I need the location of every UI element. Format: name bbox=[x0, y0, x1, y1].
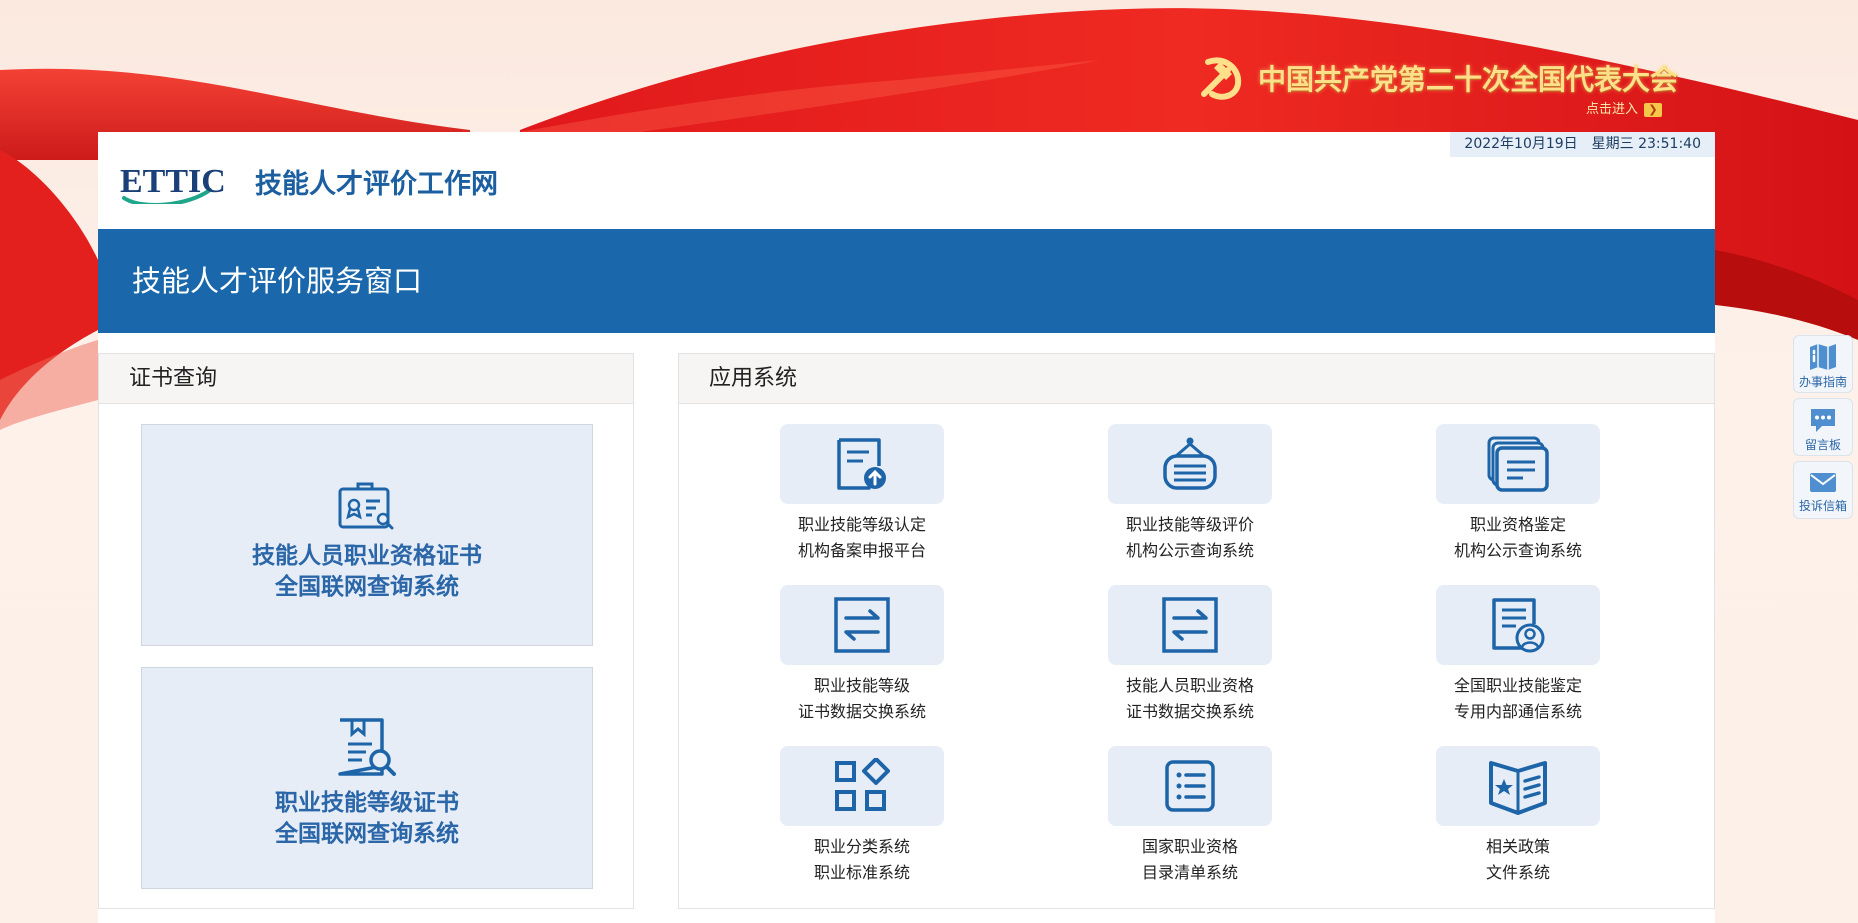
certificate-panel-title: 证书查询 bbox=[99, 354, 633, 404]
app-line1: 国家职业资格 bbox=[1141, 837, 1238, 856]
mail-icon bbox=[1810, 473, 1836, 492]
datetime-display: 2022年10月19日 星期三 23:51:40 bbox=[1450, 132, 1715, 157]
app-line2: 证书数据交换系统 bbox=[797, 702, 926, 721]
app-tile bbox=[780, 746, 944, 826]
list-icon bbox=[1165, 760, 1215, 812]
app-tile bbox=[780, 585, 944, 665]
notice-board-icon bbox=[1163, 437, 1217, 490]
app-tile bbox=[1108, 746, 1272, 826]
app-tile bbox=[1108, 585, 1272, 665]
policy-book-icon bbox=[1489, 761, 1547, 815]
app-line2: 证书数据交换系统 bbox=[1125, 702, 1254, 721]
app-line1: 职业技能等级 bbox=[813, 676, 910, 695]
side-tool-label: 办事指南 bbox=[1798, 375, 1847, 389]
side-toolbar: 办事指南 留言板 投诉信箱 bbox=[1793, 335, 1855, 524]
ettic-logo[interactable]: ETTIC bbox=[118, 158, 228, 204]
cert-card-qualification-text: 技能人员职业资格证书 全国联网查询系统 bbox=[142, 541, 592, 603]
cert-card-line2: 全国联网查询系统 bbox=[275, 821, 459, 847]
side-tool-label: 投诉信箱 bbox=[1798, 499, 1847, 513]
document-user-icon bbox=[1492, 598, 1545, 653]
app-item-skill-level-recognition[interactable]: 职业技能等级认定 机构备案申报平台 bbox=[752, 424, 972, 564]
app-line2: 机构备案申报平台 bbox=[797, 541, 926, 560]
cert-card-line2: 全国联网查询系统 bbox=[275, 574, 459, 600]
cert-card-skill-level[interactable]: 职业技能等级证书 全国联网查询系统 bbox=[141, 667, 593, 889]
service-window-title: 技能人才评价服务窗口 bbox=[98, 229, 1715, 333]
side-tool-guide[interactable]: 办事指南 bbox=[1793, 335, 1853, 393]
exchange-icon bbox=[834, 597, 890, 653]
app-line1: 职业分类系统 bbox=[813, 837, 910, 856]
app-item-internal-communication[interactable]: 全国职业技能鉴定 专用内部通信系统 bbox=[1408, 585, 1628, 725]
app-line1: 全国职业技能鉴定 bbox=[1453, 676, 1582, 695]
certificate-query-panel: 证书查询 技能人员职业资格证书 全国联网查询系统 职业技能等级证书 全国联网查询… bbox=[98, 353, 634, 909]
cert-card-line1: 技能人员职业资格证书 bbox=[252, 543, 482, 569]
main-container: ETTIC 技能人才评价工作网 2022年10月19日 星期三 23:51:40 … bbox=[98, 132, 1715, 923]
document-search-icon bbox=[338, 718, 396, 776]
app-item-qualification-appraisal[interactable]: 职业资格鉴定 机构公示查询系统 bbox=[1408, 424, 1628, 564]
banner-enter-label: 点击进入 bbox=[1586, 102, 1639, 117]
app-line2: 职业标准系统 bbox=[813, 863, 910, 882]
side-tool-complaint-mailbox[interactable]: 投诉信箱 bbox=[1793, 461, 1853, 519]
app-item-national-qualification-catalog[interactable]: 国家职业资格 目录清单系统 bbox=[1080, 746, 1300, 886]
app-line2: 机构公示查询系统 bbox=[1125, 541, 1254, 560]
exchange-icon bbox=[1162, 597, 1218, 653]
app-tile bbox=[1436, 585, 1600, 665]
app-item-occupation-classification[interactable]: 职业分类系统 职业标准系统 bbox=[752, 746, 972, 886]
app-line1: 技能人员职业资格 bbox=[1125, 676, 1254, 695]
app-line2: 机构公示查询系统 bbox=[1453, 541, 1582, 560]
content-panels: 证书查询 技能人员职业资格证书 全国联网查询系统 职业技能等级证书 全国联网查询… bbox=[98, 333, 1715, 923]
cert-card-qualification[interactable]: 技能人员职业资格证书 全国联网查询系统 bbox=[141, 424, 593, 646]
side-tool-label: 留言板 bbox=[1804, 438, 1841, 452]
app-tile bbox=[1436, 746, 1600, 826]
chevron-right-icon: ❯ bbox=[1644, 102, 1663, 117]
app-item-qualification-data-exchange[interactable]: 技能人员职业资格 证书数据交换系统 bbox=[1080, 585, 1300, 725]
app-tile bbox=[1436, 424, 1600, 504]
document-upload-icon bbox=[837, 438, 886, 490]
current-date: 2022年10月19日 bbox=[1464, 136, 1578, 152]
party-congress-banner[interactable]: 中国共产党第二十次全国代表大会 点击进入 ❯ bbox=[1190, 46, 1678, 122]
cert-card-skill-level-text: 职业技能等级证书 全国联网查询系统 bbox=[142, 788, 592, 850]
message-bubble-icon bbox=[1811, 409, 1835, 432]
category-grid-icon bbox=[835, 758, 890, 811]
cert-card-line1: 职业技能等级证书 bbox=[275, 790, 459, 816]
stacked-documents-icon bbox=[1487, 436, 1549, 492]
site-title: 技能人才评价工作网 bbox=[255, 169, 498, 200]
banner-title: 中国共产党第二十次全国代表大会 bbox=[1258, 63, 1679, 96]
guide-map-icon bbox=[1810, 344, 1836, 370]
apps-panel-title: 应用系统 bbox=[679, 354, 1714, 404]
certificate-search-icon bbox=[338, 482, 394, 530]
app-tile bbox=[780, 424, 944, 504]
banner-enter-link[interactable]: 点击进入 ❯ bbox=[1586, 98, 1663, 117]
app-item-skill-level-data-exchange[interactable]: 职业技能等级 证书数据交换系统 bbox=[752, 585, 972, 725]
app-line2: 文件系统 bbox=[1485, 863, 1550, 882]
app-line2: 目录清单系统 bbox=[1141, 863, 1238, 882]
app-line1: 职业资格鉴定 bbox=[1469, 515, 1566, 534]
app-item-skill-level-evaluation[interactable]: 职业技能等级评价 机构公示查询系统 bbox=[1080, 424, 1300, 564]
logo-text: ETTIC bbox=[120, 163, 226, 200]
site-header: ETTIC 技能人才评价工作网 2022年10月19日 星期三 23:51:40 bbox=[98, 132, 1715, 229]
app-line1: 职业技能等级认定 bbox=[797, 515, 926, 534]
side-tool-message-board[interactable]: 留言板 bbox=[1793, 398, 1853, 456]
application-systems-panel: 应用系统 职业技能等级认定 机构备案申报平台 职业技能等级评价 机构公示查询系统… bbox=[678, 353, 1715, 909]
app-tile bbox=[1108, 424, 1272, 504]
hammer-sickle-icon bbox=[1201, 57, 1242, 100]
app-item-related-policies[interactable]: 相关政策 文件系统 bbox=[1408, 746, 1628, 886]
app-line1: 职业技能等级评价 bbox=[1125, 515, 1254, 534]
current-weekday-time: 星期三 23:51:40 bbox=[1591, 136, 1701, 152]
app-line2: 专用内部通信系统 bbox=[1453, 702, 1582, 721]
app-line1: 相关政策 bbox=[1485, 837, 1550, 856]
